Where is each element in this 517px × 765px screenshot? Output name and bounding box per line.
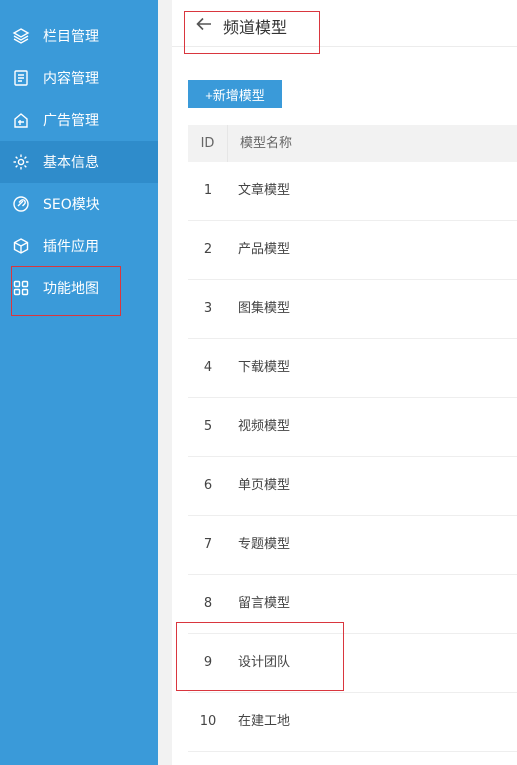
cell-name: 图集模型 xyxy=(238,301,291,316)
table-row[interactable]: 9 设计团队 xyxy=(188,634,517,693)
sidebar-item-label: 基本信息 xyxy=(43,155,99,171)
sidebar-item-content-management[interactable]: 内容管理 xyxy=(0,57,158,99)
page-header: 频道模型 xyxy=(172,0,517,47)
table-row[interactable]: 3 图集模型 xyxy=(188,280,517,339)
cell-name: 单页模型 xyxy=(238,478,291,493)
cell-name: 视频模型 xyxy=(238,419,291,434)
sidebar-item-plugins[interactable]: 插件应用 xyxy=(0,225,158,267)
sidebar-item-label: 功能地图 xyxy=(43,281,99,297)
column-header-id: ID xyxy=(188,125,228,162)
ad-icon xyxy=(11,110,31,130)
sidebar-item-basic-info[interactable]: 基本信息 xyxy=(0,141,158,183)
table-row[interactable]: 4 下载模型 xyxy=(188,339,517,398)
table-row[interactable]: 8 留言模型 xyxy=(188,575,517,634)
table-row[interactable]: 6 单页模型 xyxy=(188,457,517,516)
document-icon xyxy=(11,68,31,88)
cell-name: 设计团队 xyxy=(238,655,291,670)
sidebar: 栏目管理 内容管理 广告管理 基本信息 SEO模块 插件应用 功能地图 xyxy=(0,0,158,765)
cell-name: 下载模型 xyxy=(238,360,291,375)
sidebar-item-column-management[interactable]: 栏目管理 xyxy=(0,15,158,57)
cube-icon xyxy=(11,236,31,256)
cell-id: 3 xyxy=(203,301,213,316)
gear-icon xyxy=(11,152,31,172)
cell-id: 2 xyxy=(203,242,213,257)
sidebar-item-ad-management[interactable]: 广告管理 xyxy=(0,99,158,141)
main-panel: 频道模型 +新增模型 ID 模型名称 1 文章模型 2 产品模型 3 图集模型 … xyxy=(172,0,517,765)
cell-id: 6 xyxy=(203,478,213,493)
cell-name: 在建工地 xyxy=(238,714,291,729)
sidebar-item-label: 栏目管理 xyxy=(43,29,99,45)
sidebar-item-label: 广告管理 xyxy=(43,113,99,129)
cell-id: 4 xyxy=(203,360,213,375)
link-icon xyxy=(11,194,31,214)
sidebar-item-function-map[interactable]: 功能地图 xyxy=(0,267,158,309)
cell-name: 文章模型 xyxy=(238,183,291,198)
cell-name: 专题模型 xyxy=(238,537,291,552)
cell-id: 7 xyxy=(203,537,213,552)
content-gutter xyxy=(158,0,172,765)
cell-name: 产品模型 xyxy=(238,242,291,257)
sidebar-item-label: 插件应用 xyxy=(43,239,99,255)
cell-id: 1 xyxy=(203,183,213,198)
column-header-name: 模型名称 xyxy=(240,136,293,151)
table-row[interactable]: 7 专题模型 xyxy=(188,516,517,575)
back-arrow-icon[interactable] xyxy=(194,14,214,34)
cell-name: 留言模型 xyxy=(238,596,291,611)
grid-icon xyxy=(11,278,31,298)
table-row[interactable]: 10 在建工地 xyxy=(188,693,517,752)
sidebar-item-seo[interactable]: SEO模块 xyxy=(0,183,158,225)
sidebar-item-label: 内容管理 xyxy=(43,71,99,87)
cell-id: 9 xyxy=(203,655,213,670)
table-row[interactable]: 1 文章模型 xyxy=(188,162,517,221)
table-row[interactable]: 5 视频模型 xyxy=(188,398,517,457)
cell-id: 10 xyxy=(199,714,217,729)
table-header: ID 模型名称 xyxy=(188,125,517,162)
sidebar-item-label: SEO模块 xyxy=(43,197,100,213)
page-title: 频道模型 xyxy=(223,18,288,37)
add-model-button[interactable]: +新增模型 xyxy=(188,80,282,108)
table-row[interactable]: 2 产品模型 xyxy=(188,221,517,280)
layers-icon xyxy=(11,26,31,46)
cell-id: 8 xyxy=(203,596,213,611)
cell-id: 5 xyxy=(203,419,213,434)
